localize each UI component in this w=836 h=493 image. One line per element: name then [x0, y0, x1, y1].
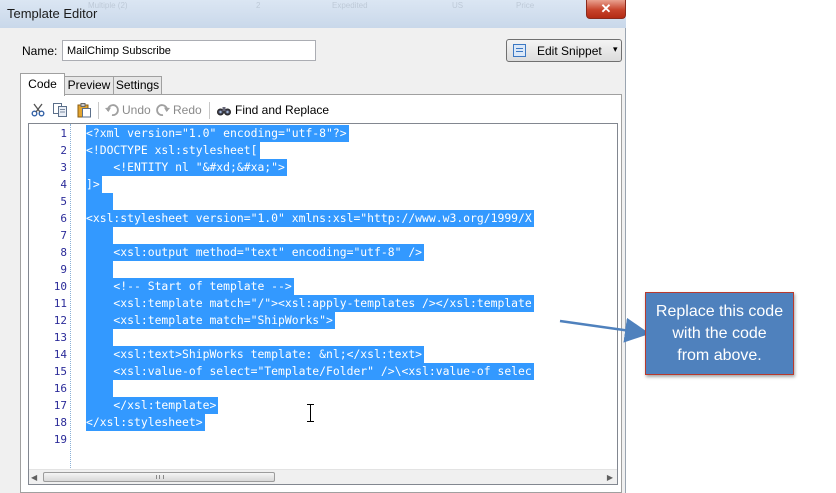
undo-icon[interactable]: [104, 102, 120, 118]
close-icon: ✕: [600, 1, 612, 16]
line-number: 15: [53, 365, 67, 378]
code-line[interactable]: ]>: [86, 176, 100, 193]
scrollbar-thumb[interactable]: [43, 472, 275, 482]
code-line[interactable]: <?xml version="1.0" encoding="utf-8"?>: [86, 125, 347, 142]
selection-highlight: [86, 329, 114, 346]
code-line[interactable]: <!ENTITY nl "&#xd;&#xa;">: [86, 159, 284, 176]
tab-settings[interactable]: Settings: [113, 76, 162, 95]
callout-line: with the code: [672, 325, 767, 342]
redo-button[interactable]: Redo: [173, 103, 202, 117]
line-number: 16: [53, 382, 67, 395]
line-number: 4: [60, 178, 67, 191]
scroll-left-icon[interactable]: ◀: [31, 473, 37, 482]
line-number: 1: [60, 127, 67, 140]
code-line[interactable]: </xsl:stylesheet>: [86, 414, 203, 431]
gutter-divider: [70, 124, 71, 470]
edit-snippet-label: Edit Snippet: [537, 44, 602, 58]
line-number: 9: [60, 263, 67, 276]
line-number: 19: [53, 433, 67, 446]
line-number: 17: [53, 399, 67, 412]
selection-highlight: [86, 261, 114, 278]
close-button[interactable]: ✕: [586, 0, 626, 19]
line-number: 7: [60, 229, 67, 242]
scroll-right-icon[interactable]: ▶: [607, 473, 613, 482]
snippet-icon: [513, 44, 526, 57]
undo-button[interactable]: Undo: [122, 103, 151, 117]
name-label: Name:: [22, 44, 58, 58]
bg-row-text: Expedited: [332, 1, 368, 10]
selection-highlight: [86, 227, 114, 244]
tab-code[interactable]: Code: [20, 73, 65, 96]
callout-text: Replace this code with the code from abo…: [646, 301, 793, 367]
line-number: 6: [60, 212, 67, 225]
bg-row-text: 2: [256, 1, 261, 10]
code-line[interactable]: <xsl:template match="/"><xsl:apply-templ…: [86, 295, 531, 312]
title-bar[interactable]: Multiple (2) 2 Expedited US Price Templa…: [0, 0, 626, 28]
line-number: 14: [53, 348, 67, 361]
code-line[interactable]: <xsl:text>ShipWorks template: &nl;</xsl:…: [86, 346, 422, 363]
line-number: 2: [60, 144, 67, 157]
code-line[interactable]: <xsl:stylesheet version="1.0" xmlns:xsl=…: [86, 210, 532, 227]
code-line[interactable]: </xsl:template>: [86, 397, 216, 414]
bg-row-text: US: [452, 1, 464, 10]
tab-preview[interactable]: Preview: [64, 76, 114, 95]
redo-icon[interactable]: [155, 102, 171, 118]
line-number: 5: [60, 195, 67, 208]
callout-box: Replace this code with the code from abo…: [645, 292, 794, 375]
horizontal-scrollbar[interactable]: ◀ ▶: [29, 469, 617, 484]
code-line[interactable]: <!DOCTYPE xsl:stylesheet[: [86, 142, 257, 159]
line-number: 11: [53, 297, 67, 310]
code-editor[interactable]: 1 2 3 4 5 6 7 8 9 10 11 12 13 14 15 16 17 18 19 <?xml vers…: [28, 123, 618, 485]
bg-row-text: Price: [516, 1, 535, 10]
name-input[interactable]: [62, 40, 316, 61]
callout-line: Replace this code: [655, 303, 784, 320]
line-number-gutter: 1 2 3 4 5 6 7 8 9 10 11 12 13 14 15 16 17 18 19: [29, 124, 70, 470]
toolbar-separator: [209, 102, 210, 119]
code-line[interactable]: <xsl:value-of select="Template/Folder" /…: [86, 363, 531, 380]
code-line[interactable]: <xsl:output method="text" encoding="utf-…: [86, 244, 422, 261]
line-number: 10: [53, 280, 67, 293]
selection-highlight: [86, 380, 114, 397]
scissors-icon[interactable]: [30, 102, 46, 118]
binoculars-icon[interactable]: [216, 102, 232, 118]
line-number: 18: [53, 416, 67, 429]
toolbar-separator: [98, 102, 99, 119]
code-line[interactable]: <!-- Start of template -->: [86, 278, 291, 295]
find-and-replace-button[interactable]: Find and Replace: [235, 103, 329, 117]
line-number: 3: [60, 161, 67, 174]
callout-line: from above.: [677, 347, 762, 364]
template-editor-window: Multiple (2) 2 Expedited US Price Templa…: [0, 0, 626, 493]
copy-icon[interactable]: [52, 102, 68, 118]
chevron-down-icon[interactable]: ▾: [613, 44, 618, 55]
code-line[interactable]: <xsl:template match="ShipWorks">: [86, 312, 332, 329]
line-number: 13: [53, 331, 67, 344]
text-cursor-icon: [307, 404, 315, 422]
selection-highlight: [86, 193, 114, 210]
line-number: 8: [60, 246, 67, 259]
grip-icon: [156, 475, 164, 479]
edit-snippet-button[interactable]: Edit Snippet ▾: [506, 39, 622, 62]
window-title: Template Editor: [7, 6, 98, 21]
line-number: 12: [53, 314, 67, 327]
paste-icon[interactable]: [76, 102, 92, 118]
